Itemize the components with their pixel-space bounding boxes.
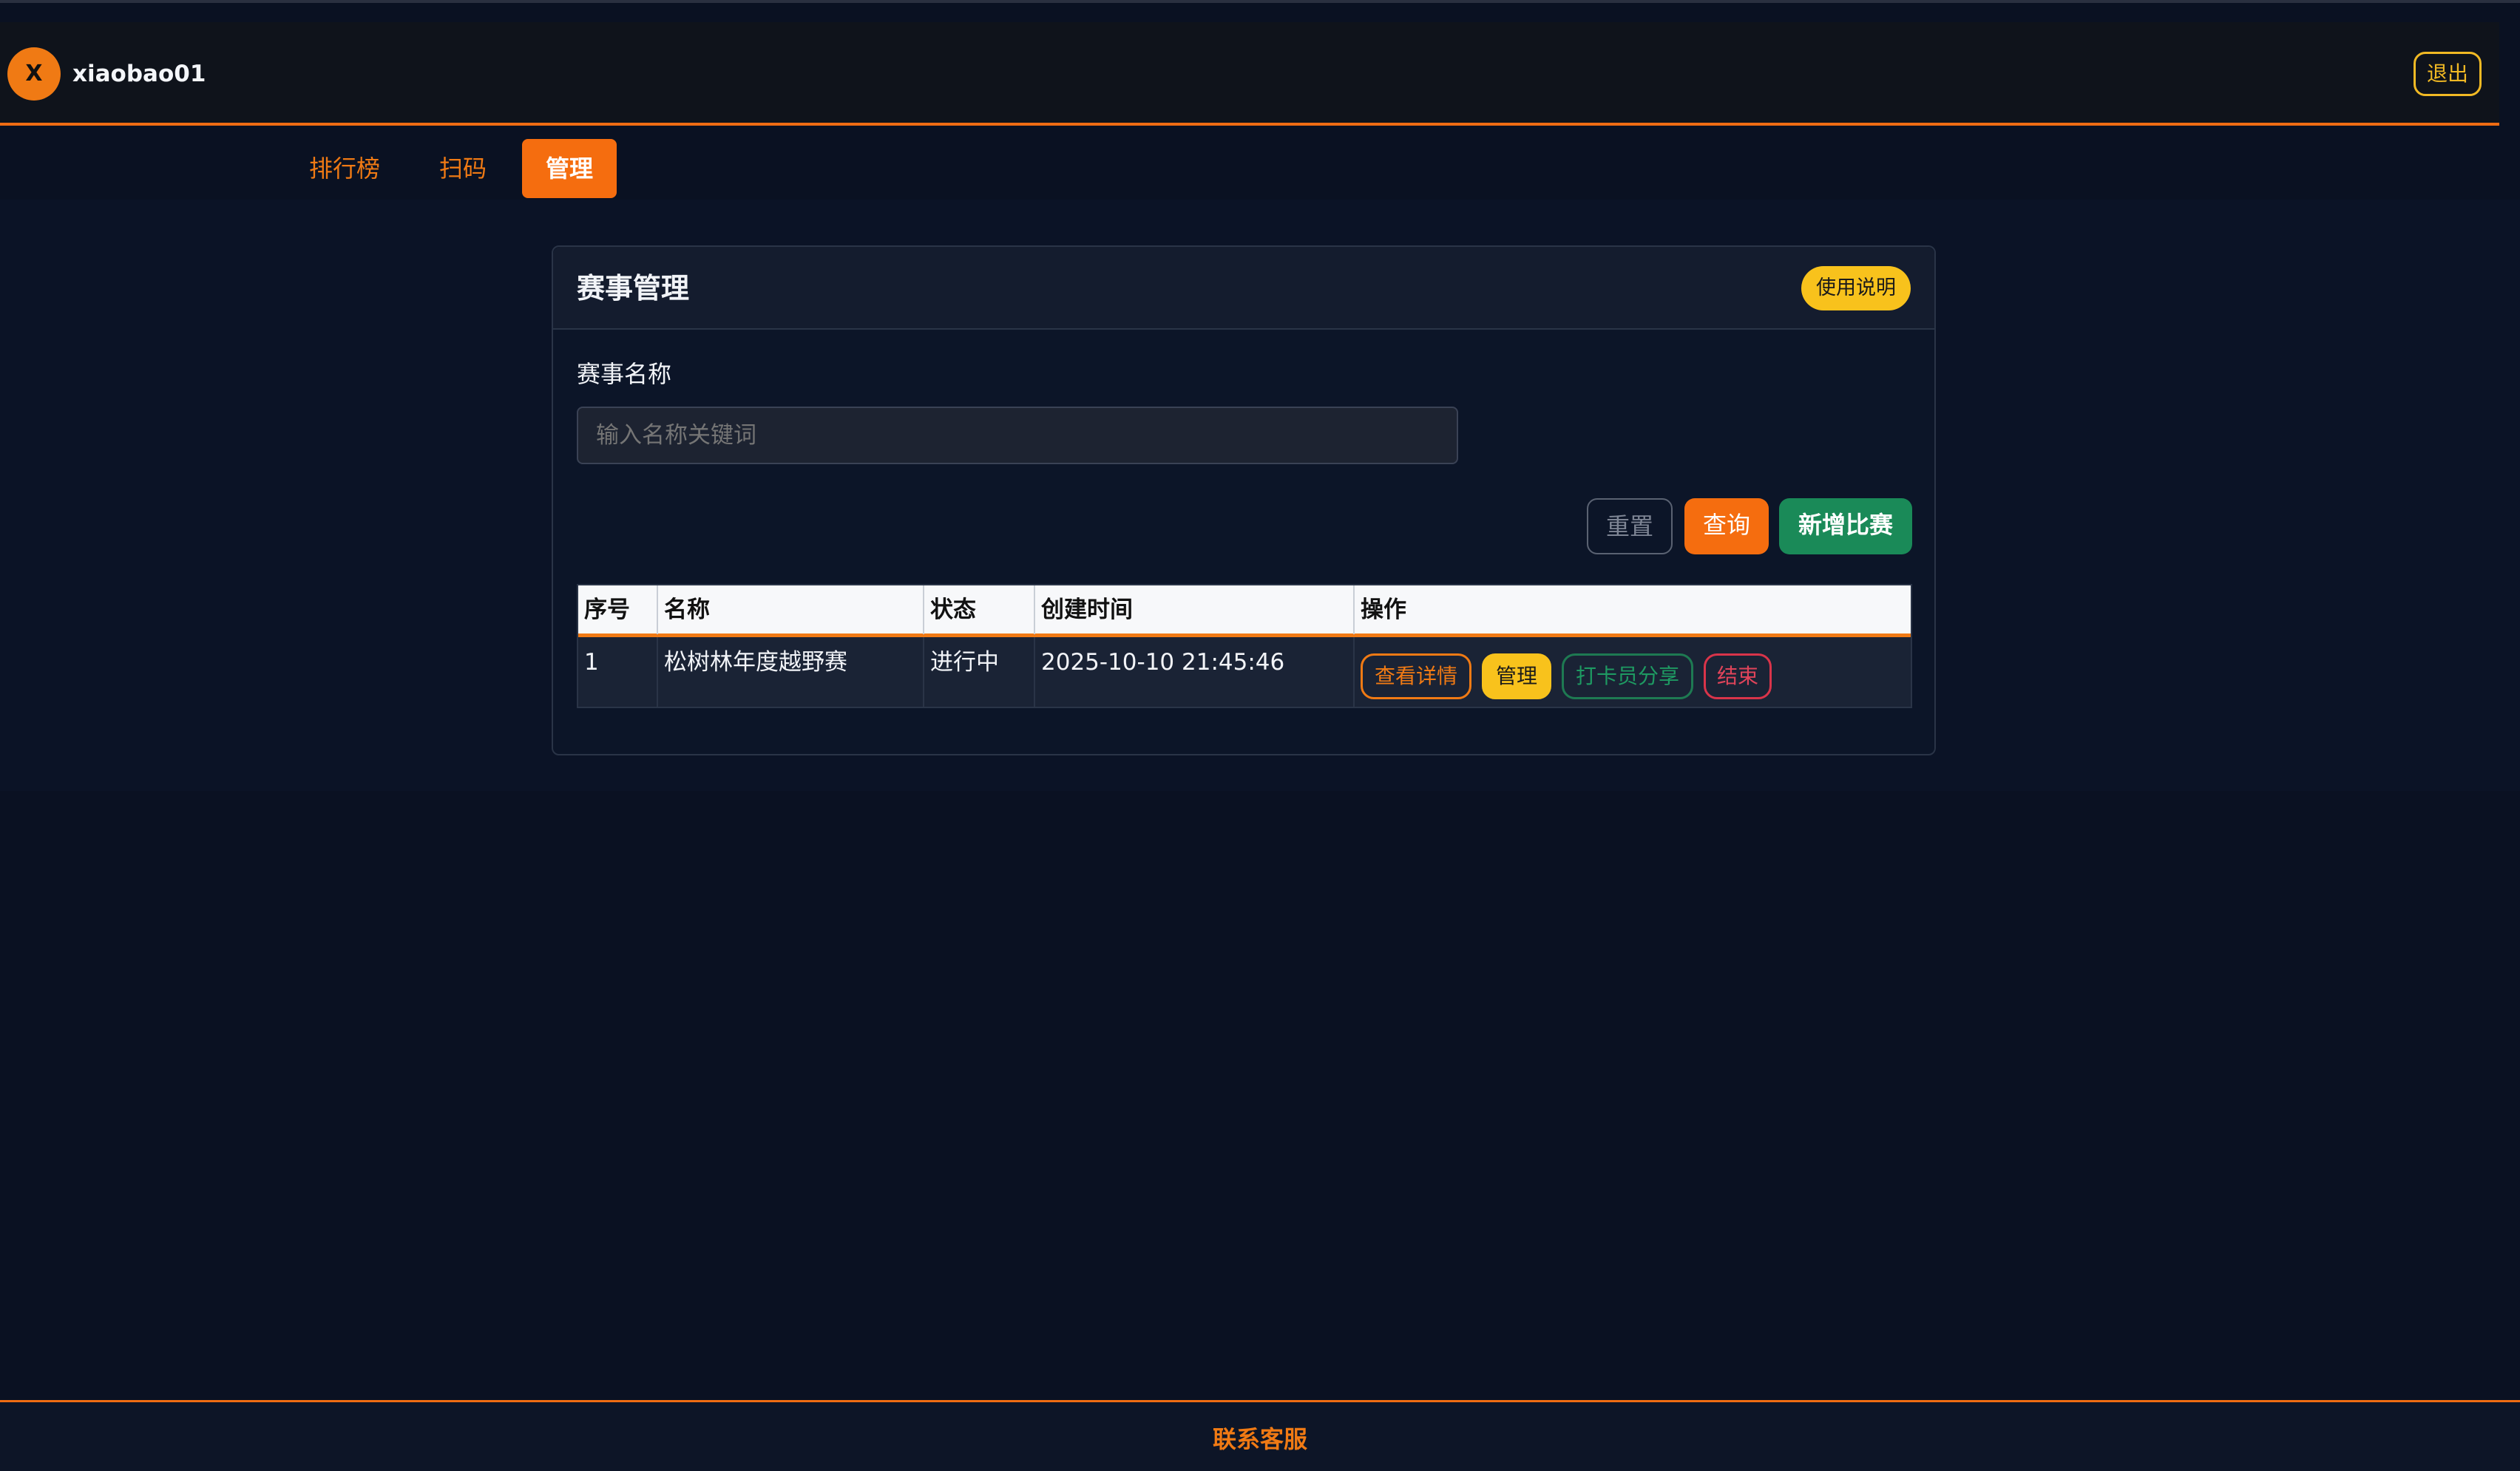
view-details-button[interactable]: 查看详情 [1361,653,1471,699]
cell-actions: 查看详情 管理 打卡员分享 结束 [1355,637,1911,707]
event-name-label: 赛事名称 [577,360,672,388]
cell-created: 2025-10-10 21:45:46 [1035,637,1355,707]
card-title: 赛事管理 [577,272,690,305]
tab-manage[interactable]: 管理 [522,139,617,198]
events-table: 序号 名称 状态 创建时间 操作 1 松树林年度越野赛 进行中 2025-10-… [577,584,1912,708]
tab-scan[interactable]: 扫码 [429,139,497,198]
share-checker-button[interactable]: 打卡员分享 [1562,653,1693,699]
query-button[interactable]: 查询 [1684,498,1769,554]
tab-leaderboard[interactable]: 排行榜 [299,139,390,198]
event-management-card: 赛事管理 使用说明 赛事名称 重置 查询 新增比赛 序号 名称 状态 创建时间 … [552,245,1936,755]
event-name-input[interactable] [577,407,1458,464]
column-header-index: 序号 [578,585,658,634]
help-button[interactable]: 使用说明 [1801,266,1911,310]
end-event-button[interactable]: 结束 [1704,653,1772,699]
add-event-button[interactable]: 新增比赛 [1779,498,1912,554]
footer: 联系客服 [0,1400,2520,1471]
app-header: X xiaobao01 退出 [0,22,2499,126]
column-header-status: 状态 [924,585,1035,634]
reset-button[interactable]: 重置 [1587,498,1673,554]
username: xiaobao01 [72,61,206,87]
column-header-name: 名称 [658,585,924,634]
avatar[interactable]: X [7,47,61,101]
table-header: 序号 名称 状态 创建时间 操作 [578,585,1911,637]
logout-button[interactable]: 退出 [2414,52,2482,96]
table-row: 1 松树林年度越野赛 进行中 2025-10-10 21:45:46 查看详情 … [578,637,1911,707]
column-header-actions: 操作 [1361,597,1406,623]
cell-index: 1 [578,637,658,707]
cell-status: 进行中 [924,637,1035,707]
manage-event-button[interactable]: 管理 [1482,653,1551,699]
top-border [0,0,2520,3]
cell-name: 松树林年度越野赛 [658,637,924,707]
nav-tabs: 排行榜 扫码 管理 [0,139,2520,200]
contact-support-link[interactable]: 联系客服 [0,1424,2520,1454]
card-header: 赛事管理 使用说明 [553,247,1934,330]
column-header-created: 创建时间 [1035,585,1355,634]
page: X xiaobao01 退出 排行榜 扫码 管理 赛事管理 使用说明 赛事名称 … [0,0,2520,1471]
